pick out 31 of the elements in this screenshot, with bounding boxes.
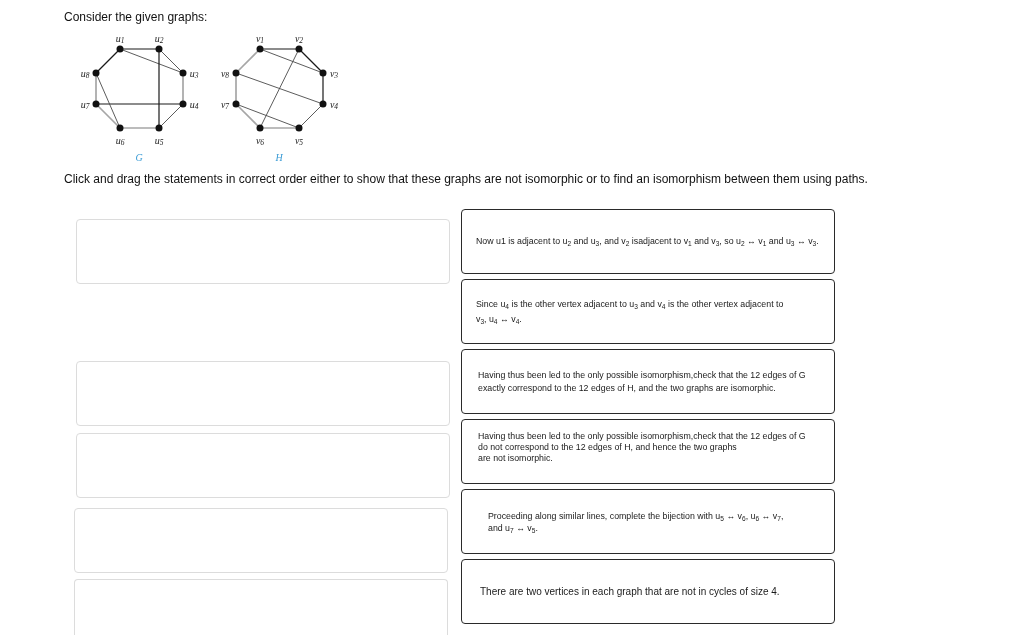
- vertex-label: v$_{3}$: [329, 67, 339, 79]
- drop-zone[interactable]: [76, 361, 450, 426]
- statement-card[interactable]: Proceeding along similar lines, complete the bijection with u$_{5}$ ↔ v$_{6}$, u$_{6}$ ↔ v$_{7}$, and u$_{7}$ ↔ v$_{5}$.: [461, 489, 835, 554]
- vertex-label: u$_{3}$: [189, 67, 199, 79]
- graph-caption: G: [135, 152, 143, 163]
- graph-caption: H: [275, 152, 283, 163]
- drop-zone[interactable]: [74, 508, 448, 573]
- drop-zone[interactable]: [76, 219, 450, 284]
- vertex-label: v$_{4}$: [329, 98, 339, 110]
- vertex-label: v$_{5}$: [294, 134, 304, 146]
- vertex-label: u$_{5}$: [154, 134, 164, 146]
- statement-card[interactable]: Since u$_{4}$ is the other vertex adjacent to u$_{3}$ and v$_{4}$ is the other vertex adjacent to v$_{3}$, u$_{4}$ ↔ v$_{4}$.: [461, 279, 835, 344]
- statement-card[interactable]: Having thus been led to the only possible isomorphism,check that the 12 edges of G exactly correspond to the 12 edges of H, and the two graphs are isomorphic.: [461, 349, 835, 414]
- vertex-label: u$_{8}$: [80, 67, 90, 79]
- vertex-label: v$_{1}$: [255, 32, 265, 44]
- vertex-label: u$_{1}$: [115, 32, 125, 44]
- statement-card[interactable]: There are two vertices in each graph that are not in cycles of size 4.: [461, 559, 835, 624]
- vertex-label: v$_{6}$: [255, 134, 265, 146]
- vertex-label: u$_{6}$: [115, 134, 125, 146]
- drop-zone[interactable]: [74, 579, 448, 635]
- statement-card[interactable]: Now u1 is adjacent to u$_{2}$ and u$_{3}$, and v$_{2}$ isadjacent to v$_{1}$ and v$_{3}$, so u$_{2}$ ↔ v$_{1}$ and u$_{3}$ ↔ v$_{3}$.: [461, 209, 835, 274]
- vertex-label: u$_{4}$: [189, 98, 199, 110]
- instruction-text: Click and drag the statements in correct order either to show that these graphs are not isomorphic or to find an isomorphism between them using paths.: [64, 172, 868, 186]
- vertex-label: v$_{7}$: [220, 98, 230, 110]
- vertex-label: v$_{2}$: [294, 32, 304, 44]
- vertex-label: u$_{2}$: [154, 32, 164, 44]
- drop-zone[interactable]: [76, 433, 450, 498]
- statement-card[interactable]: Having thus been led to the only possible isomorphism,check that the 12 edges of G do not correspond to the 12 edges of H, and hence the two graphs are not isomorphic.: [461, 419, 835, 484]
- vertex-label: u$_{7}$: [80, 98, 90, 110]
- question-prompt: Consider the given graphs:: [64, 10, 208, 24]
- vertex-label: v$_{8}$: [220, 67, 230, 79]
